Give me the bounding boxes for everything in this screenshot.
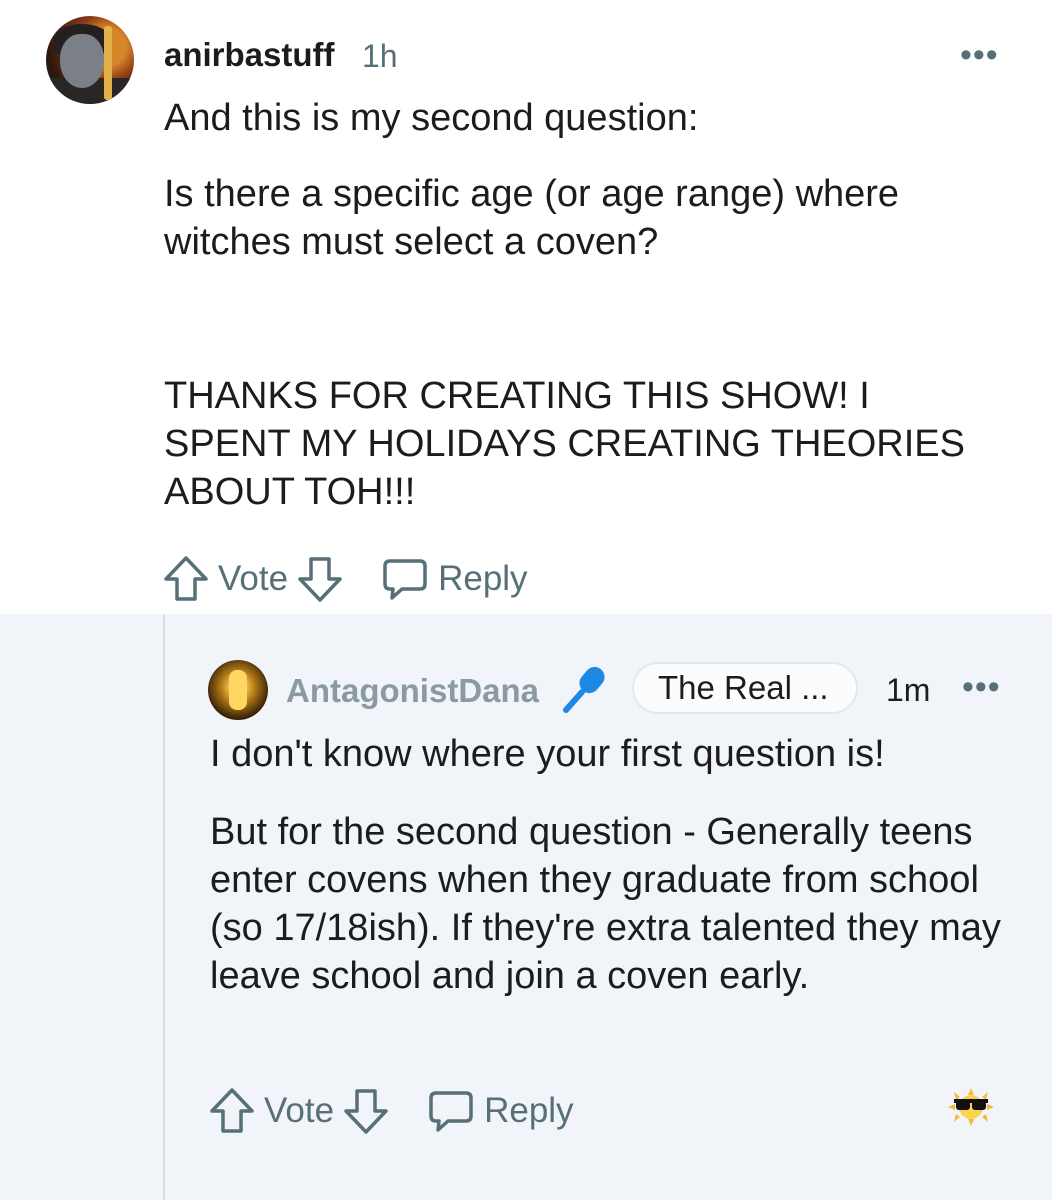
reply-comment: AntagonistDana The Real ... 1m ••• I don… <box>0 614 1052 1200</box>
reply-button[interactable]: Reply <box>438 559 527 599</box>
comment-timestamp: 1m <box>886 672 931 708</box>
more-options-icon[interactable]: ••• <box>960 36 999 75</box>
comment-paragraph: I don't know where your first question i… <box>210 733 885 775</box>
comment-username[interactable]: AntagonistDana <box>286 672 539 710</box>
comment-paragraph: And this is my second question: <box>164 97 699 139</box>
reply-button[interactable]: Reply <box>484 1091 573 1131</box>
more-options-icon[interactable]: ••• <box>962 668 1001 707</box>
vote-label: Vote <box>218 559 289 598</box>
comment-actions: Vote Reply <box>162 554 536 604</box>
user-flair[interactable]: The Real ... <box>632 662 858 714</box>
comment-username[interactable]: anirbastuff <box>164 36 335 74</box>
user-avatar[interactable] <box>46 16 134 104</box>
microphone-icon <box>560 662 614 721</box>
vote-label: Vote <box>264 1091 335 1130</box>
top-comment: anirbastuff 1h ••• And this is my second… <box>0 0 1052 614</box>
comment-paragraph: Is there a specific age (or age range) w… <box>164 173 900 263</box>
thread-line[interactable] <box>163 614 165 1200</box>
comment-paragraph: THANKS FOR CREATING THIS SHOW! I SPENT M… <box>164 375 965 513</box>
sunglasses-award-icon[interactable] <box>948 1088 994 1131</box>
upvote-icon[interactable] <box>208 1086 256 1136</box>
user-avatar[interactable] <box>208 660 268 720</box>
downvote-icon[interactable] <box>296 554 344 604</box>
comment-timestamp: 1h <box>362 38 398 74</box>
comment-paragraph: But for the second question - Generally … <box>210 811 1001 997</box>
reply-icon[interactable] <box>380 554 430 604</box>
upvote-icon[interactable] <box>162 554 210 604</box>
downvote-icon[interactable] <box>342 1086 390 1136</box>
comment-actions: Vote Reply <box>208 1086 582 1136</box>
reply-icon[interactable] <box>426 1086 476 1136</box>
